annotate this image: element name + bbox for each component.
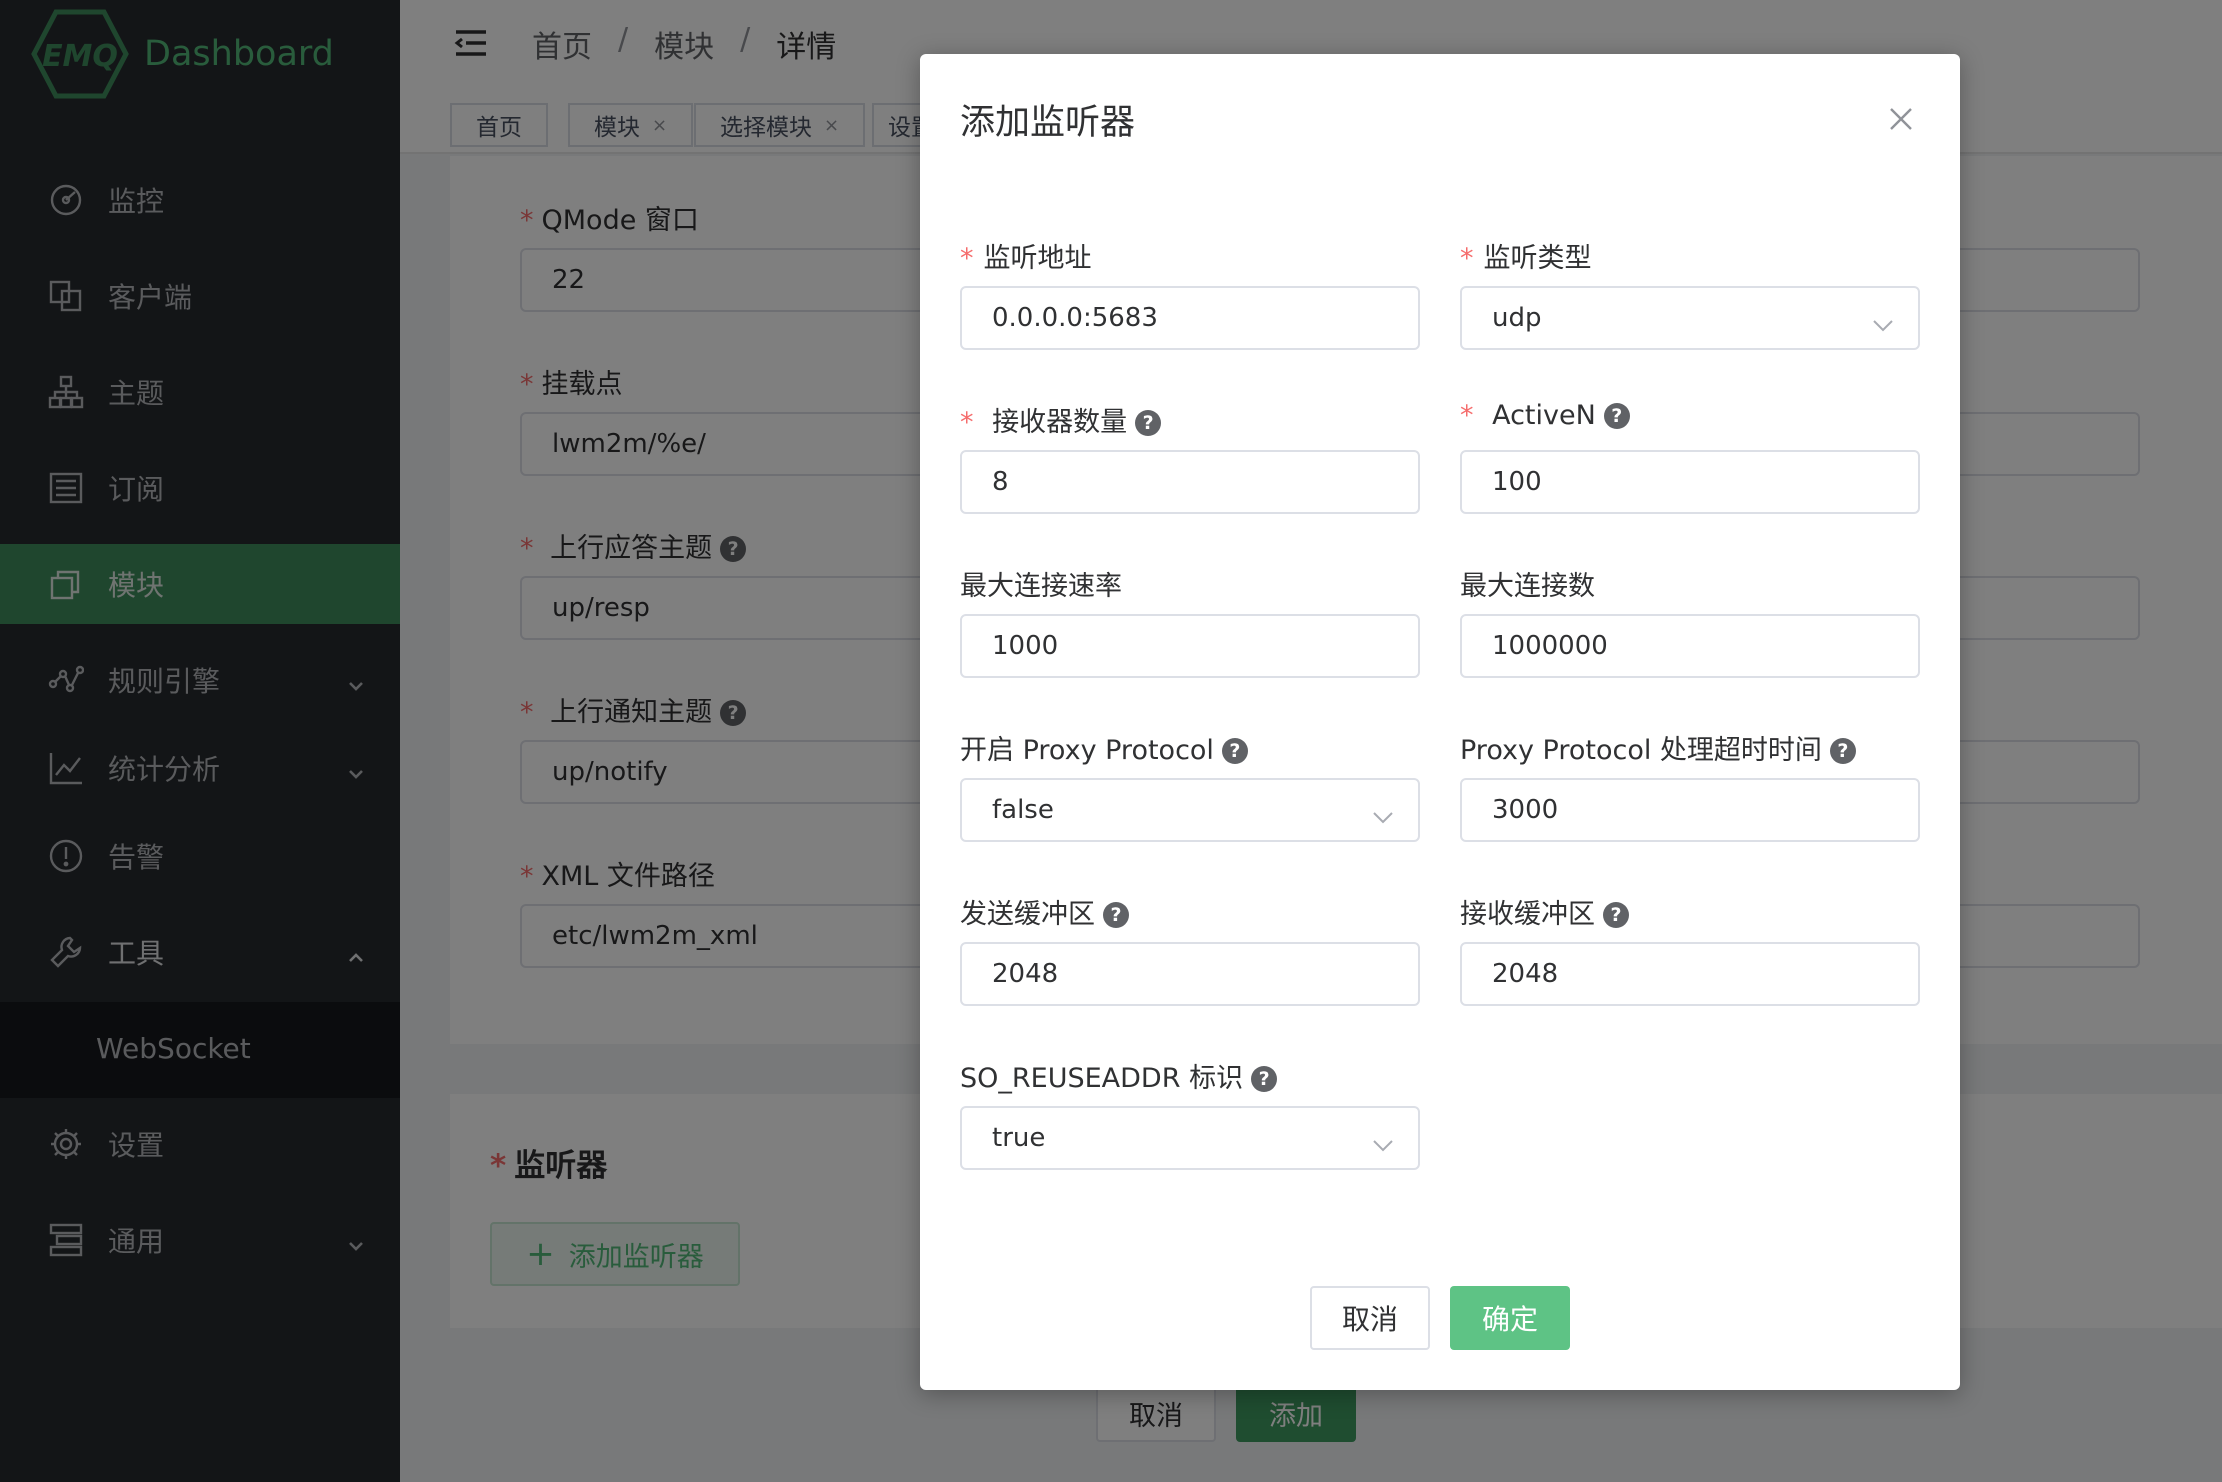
proxy-protocol-timeout-label: Proxy Protocol 处理超时时间? (1460, 728, 1856, 767)
help-icon[interactable]: ? (1603, 403, 1630, 429)
max-connections-label: 最大连接数 (1460, 571, 1595, 602)
listen-type-label: * 监听类型 (1460, 243, 1592, 274)
listen-address-label: * 监听地址 (960, 243, 1092, 274)
active-n-label: * ActiveN? (1460, 400, 1630, 431)
dialog-cancel-button[interactable]: 取消 (1310, 1286, 1430, 1350)
acceptors-label: * 接收器数量? (960, 400, 1162, 439)
dialog-title: 添加监听器 (960, 103, 1136, 143)
listen-type-select[interactable]: udp (1460, 286, 1920, 350)
help-icon[interactable]: ? (1829, 738, 1856, 764)
max-connections-input[interactable]: 1000000 (1460, 614, 1920, 678)
chevron-down-icon (1872, 310, 1894, 332)
send-buffer-input[interactable]: 2048 (960, 942, 1420, 1006)
help-icon[interactable]: ? (1135, 410, 1162, 436)
recv-buffer-label: 接收缓冲区? (1460, 892, 1629, 931)
listen-address-input[interactable]: 0.0.0.0:5683 (960, 286, 1420, 350)
help-icon[interactable]: ? (1221, 738, 1248, 764)
chevron-down-icon (1372, 802, 1394, 824)
acceptors-input[interactable]: 8 (960, 450, 1420, 514)
add-listener-dialog: 添加监听器 * 监听地址 0.0.0.0:5683 * 监听类型 udp * 接收器… (920, 54, 1960, 1390)
send-buffer-label: 发送缓冲区? (960, 892, 1129, 931)
chevron-down-icon (1372, 1130, 1394, 1152)
max-conn-rate-input[interactable]: 1000 (960, 614, 1420, 678)
reuseaddr-label: SO_REUSEADDR 标识? (960, 1056, 1278, 1095)
reuseaddr-select[interactable]: true (960, 1106, 1420, 1170)
max-conn-rate-label: 最大连接速率 (960, 571, 1122, 602)
proxy-protocol-select[interactable]: false (960, 778, 1420, 842)
close-icon[interactable] (1888, 106, 1914, 132)
proxy-protocol-timeout-input[interactable]: 3000 (1460, 778, 1920, 842)
dialog-confirm-button[interactable]: 确定 (1450, 1286, 1570, 1350)
recv-buffer-input[interactable]: 2048 (1460, 942, 1920, 1006)
help-icon[interactable]: ? (1103, 902, 1129, 928)
proxy-protocol-label: 开启 Proxy Protocol? (960, 728, 1248, 767)
help-icon[interactable]: ? (1603, 902, 1629, 928)
help-icon[interactable]: ? (1251, 1066, 1278, 1092)
active-n-input[interactable]: 100 (1460, 450, 1920, 514)
